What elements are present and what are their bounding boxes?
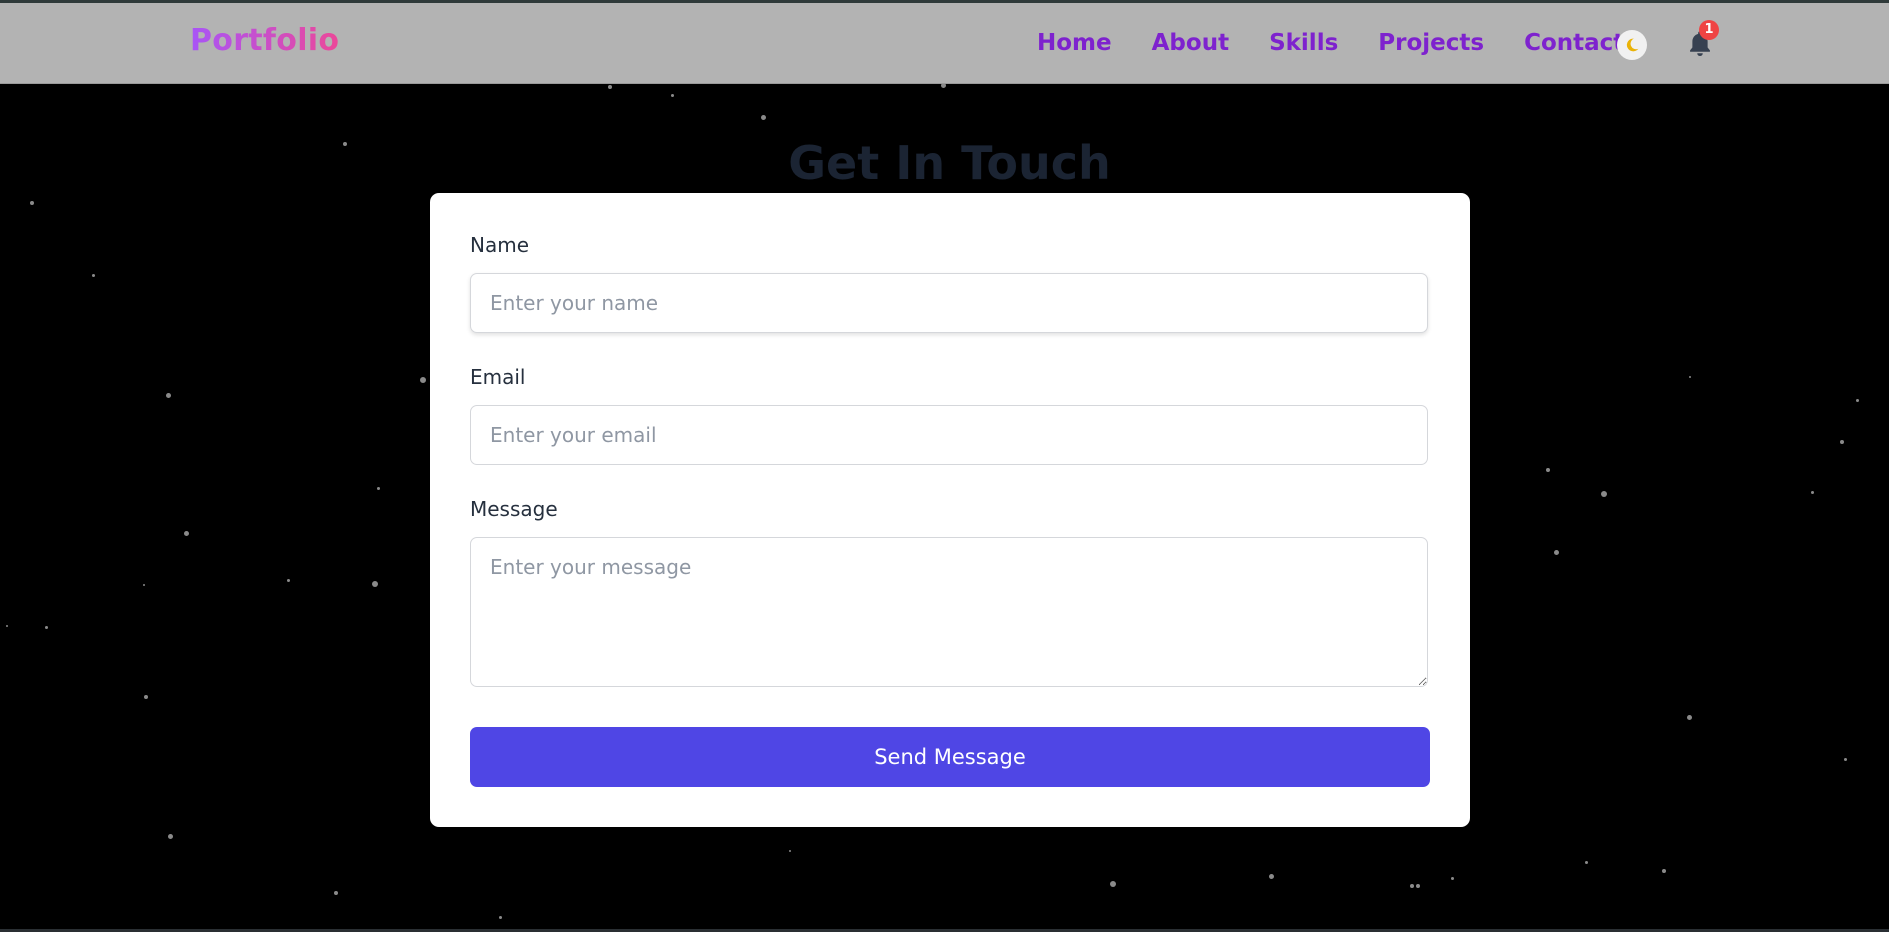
star-dot bbox=[143, 584, 145, 586]
star-dot bbox=[30, 201, 34, 205]
star-dot bbox=[1410, 884, 1414, 888]
nav-link-projects[interactable]: Projects bbox=[1378, 30, 1484, 56]
star-dot bbox=[1584, 860, 1588, 864]
star-dot bbox=[286, 578, 290, 582]
star-dot bbox=[1268, 873, 1274, 879]
star-dot bbox=[1840, 440, 1844, 444]
star-dot bbox=[1843, 757, 1847, 761]
star-dot bbox=[334, 891, 338, 895]
nav-links: Home About Skills Projects Contact bbox=[1037, 30, 1624, 56]
star-dot bbox=[6, 625, 8, 627]
star-dot bbox=[1553, 549, 1559, 555]
section-title: Get In Touch bbox=[788, 136, 1111, 191]
nav-link-about[interactable]: About bbox=[1152, 30, 1229, 56]
navbar: Portfolio Home About Skills Projects Con… bbox=[0, 3, 1889, 84]
contact-form-card: Name Email Message Send Message bbox=[430, 193, 1470, 827]
notification-badge: 1 bbox=[1699, 20, 1719, 40]
star-dot bbox=[1662, 869, 1666, 873]
page: Portfolio Home About Skills Projects Con… bbox=[0, 0, 1889, 932]
nav-link-contact[interactable]: Contact bbox=[1524, 30, 1624, 56]
email-input[interactable] bbox=[470, 405, 1428, 465]
nav-link-skills[interactable]: Skills bbox=[1269, 30, 1338, 56]
message-label: Message bbox=[470, 497, 558, 521]
brand-logo[interactable]: Portfolio bbox=[190, 23, 339, 58]
name-input[interactable] bbox=[470, 273, 1428, 333]
theme-toggle-button[interactable] bbox=[1617, 30, 1647, 60]
star-dot bbox=[420, 377, 426, 383]
star-dot bbox=[1110, 881, 1116, 887]
star-dot bbox=[44, 625, 48, 629]
star-dot bbox=[91, 273, 95, 277]
star-dot bbox=[789, 850, 791, 852]
star-dot bbox=[372, 581, 378, 587]
star-dot bbox=[1450, 876, 1454, 880]
star-dot bbox=[498, 915, 502, 919]
star-dot bbox=[167, 833, 173, 839]
star-dot bbox=[1601, 491, 1607, 497]
star-dot bbox=[1810, 490, 1814, 494]
star-dot bbox=[165, 392, 171, 398]
star-dot bbox=[1416, 884, 1420, 888]
star-dot bbox=[670, 93, 674, 97]
star-dot bbox=[760, 114, 766, 120]
email-label: Email bbox=[470, 365, 526, 389]
star-dot bbox=[144, 695, 148, 699]
star-dot bbox=[1855, 398, 1859, 402]
star-dot bbox=[376, 486, 380, 490]
star-dot bbox=[1689, 376, 1691, 378]
nav-link-home[interactable]: Home bbox=[1037, 30, 1112, 56]
send-message-button[interactable]: Send Message bbox=[470, 727, 1430, 787]
message-textarea[interactable] bbox=[470, 537, 1428, 687]
star-dot bbox=[608, 85, 612, 89]
name-label: Name bbox=[470, 233, 530, 257]
moon-icon bbox=[1626, 38, 1639, 52]
star-dot bbox=[1546, 468, 1550, 472]
star-dot bbox=[1686, 714, 1692, 720]
star-dot bbox=[183, 530, 189, 536]
